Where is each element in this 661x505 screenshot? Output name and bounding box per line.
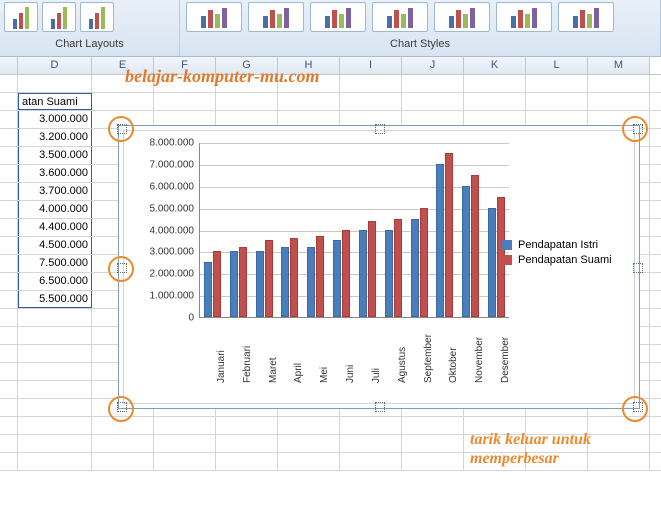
ribbon-group-label: Chart Layouts [0,36,179,50]
table-row[interactable]: atan Suami [0,93,661,111]
y-tick-label: 4.000.000 [150,225,195,236]
legend-label: Pendapatan Istri [518,239,598,251]
legend-label: Pendapatan Suami [518,254,612,266]
x-tick-label: Desember [500,337,508,383]
y-tick-label: 2.000.000 [150,269,195,280]
column-header[interactable]: K [464,57,526,74]
resize-handle-tl[interactable] [117,124,125,132]
chart-layout-thumb[interactable] [4,2,38,32]
chart-style-thumb[interactable] [558,2,614,32]
legend-swatch-istri [502,240,512,250]
y-tick-label: 5.000.000 [150,203,195,214]
chart-style-thumb[interactable] [248,2,304,32]
resize-handle-mr[interactable] [633,263,641,271]
resize-handle-ml[interactable] [117,263,125,271]
chart-layout-thumb[interactable] [42,2,76,32]
y-tick-label: 0 [188,313,194,324]
chart-style-thumb[interactable] [496,2,552,32]
x-tick-label: Agustus [397,347,405,383]
resize-handle-tm[interactable] [375,124,383,132]
column-header[interactable]: E [92,57,154,74]
resize-handle-bm[interactable] [375,402,383,410]
annotation-text: tarik keluar untuk memperbesar [470,430,591,468]
column-header[interactable]: J [402,57,464,74]
y-axis-labels: 01.000.0002.000.0003.000.0004.000.0005.0… [132,143,196,318]
legend: Pendapatan Istri Pendapatan Suami [502,236,620,269]
x-tick-label: Juni [345,365,353,383]
x-tick-label: Maret [268,357,276,383]
column-header[interactable]: F [154,57,216,74]
y-tick-label: 7.000.000 [150,159,195,170]
ribbon: Chart Layouts Chart Styles [0,0,661,57]
chart-style-thumb[interactable] [434,2,490,32]
y-tick-label: 1.000.000 [150,291,195,302]
column-headers: DEFGHIJKLM [0,57,661,75]
x-axis-labels: Januari Februari Maret April Mei Juni Juli Agus… [199,321,509,391]
x-tick-label: Februari [242,346,250,383]
chart-style-thumb[interactable] [186,2,242,32]
chart-style-thumb[interactable] [372,2,428,32]
resize-handle-tr[interactable] [633,124,641,132]
chart-layout-thumb[interactable] [80,2,114,32]
table-row[interactable] [0,75,661,93]
ribbon-group-label: Chart Styles [180,36,660,50]
ribbon-group-chart-layouts: Chart Layouts [0,0,180,56]
resize-handle-br[interactable] [633,402,641,410]
x-tick-label: Mei [319,367,327,383]
x-tick-label: November [474,337,482,383]
x-tick-label: April [293,363,301,383]
column-header[interactable]: G [216,57,278,74]
y-tick-label: 8.000.000 [150,138,195,149]
x-tick-label: Oktober [448,347,456,383]
chart-object[interactable]: 0 1.000.000 2.000.000 3.000.000 4.000.000 5.0… [118,125,640,409]
legend-swatch-suami [502,255,512,265]
chart-style-thumb[interactable] [310,2,366,32]
y-tick-label: 3.000.000 [150,247,195,258]
plot [199,143,509,318]
column-header[interactable]: M [588,57,650,74]
column-header[interactable]: D [18,57,92,74]
y-tick-label: 6.000.000 [150,181,195,192]
column-header[interactable]: I [340,57,402,74]
column-header[interactable]: L [526,57,588,74]
chart-plot-area[interactable]: 0 1.000.000 2.000.000 3.000.000 4.000.000 5.0… [123,130,635,404]
column-header[interactable]: H [278,57,340,74]
resize-handle-bl[interactable] [117,402,125,410]
x-tick-label: Juli [371,368,379,383]
x-tick-label: September [423,334,431,383]
x-tick-label: Januari [216,350,224,383]
ribbon-group-chart-styles: Chart Styles [180,0,661,56]
